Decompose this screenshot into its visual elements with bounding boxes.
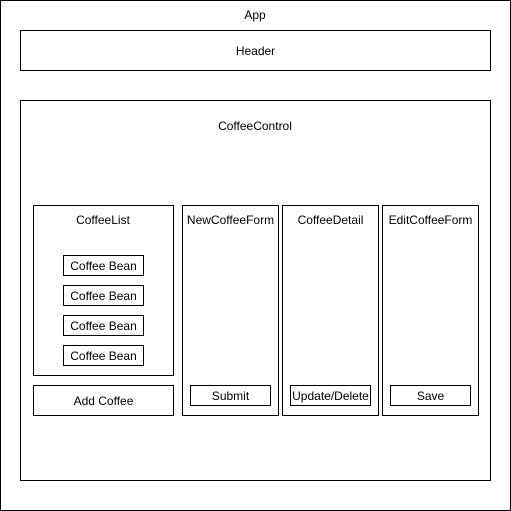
add-coffee-label: Add Coffee bbox=[73, 393, 134, 408]
add-coffee-button[interactable]: Add Coffee bbox=[33, 385, 174, 416]
save-label: Save bbox=[416, 388, 445, 403]
coffee-bean-label: Coffee Bean bbox=[70, 258, 137, 273]
update-delete-label: Update/Delete bbox=[292, 388, 369, 403]
new-coffee-form-label: NewCoffeeForm bbox=[186, 213, 275, 227]
coffee-list-label: CoffeeList bbox=[76, 213, 130, 227]
header-label: Header bbox=[235, 43, 276, 58]
coffee-bean-item[interactable]: Coffee Bean bbox=[63, 345, 144, 366]
coffee-bean-label: Coffee Bean bbox=[70, 348, 137, 363]
coffee-bean-item[interactable]: Coffee Bean bbox=[63, 315, 144, 336]
app-label: App bbox=[244, 8, 266, 22]
update-delete-button[interactable]: Update/Delete bbox=[290, 385, 371, 406]
header-box: Header bbox=[20, 30, 491, 71]
coffee-bean-label: Coffee Bean bbox=[70, 288, 137, 303]
edit-coffee-form-label: EditCoffeeForm bbox=[388, 213, 473, 227]
coffee-control-label: CoffeeControl bbox=[218, 119, 292, 133]
save-button[interactable]: Save bbox=[390, 385, 471, 406]
coffee-bean-item[interactable]: Coffee Bean bbox=[63, 285, 144, 306]
submit-button[interactable]: Submit bbox=[190, 385, 271, 406]
submit-label: Submit bbox=[211, 388, 250, 403]
coffee-bean-item[interactable]: Coffee Bean bbox=[63, 255, 144, 276]
coffee-bean-label: Coffee Bean bbox=[70, 318, 137, 333]
coffee-detail-label: CoffeeDetail bbox=[297, 213, 364, 227]
